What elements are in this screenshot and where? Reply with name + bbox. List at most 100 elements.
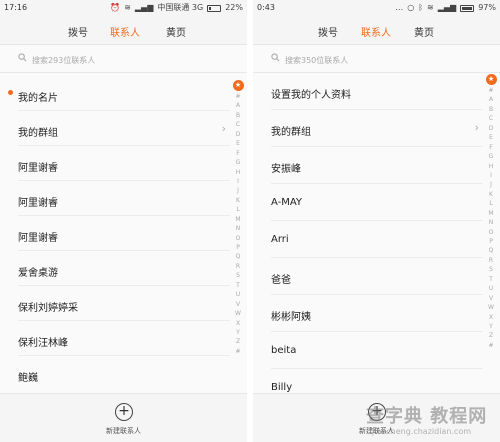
index-letter[interactable]: O (485, 228, 497, 237)
index-letter[interactable]: L (232, 205, 244, 214)
index-letter[interactable]: C (232, 120, 244, 129)
search-input[interactable]: 搜索293位联系人 (0, 47, 247, 73)
index-letter[interactable]: R (485, 256, 497, 265)
list-item-my-card[interactable]: 我的名片 (18, 76, 230, 111)
tab-contacts[interactable]: 联系人 (361, 24, 391, 39)
index-letter[interactable]: D (232, 130, 244, 139)
index-letter[interactable]: X (485, 313, 497, 322)
list-item[interactable]: beita (271, 332, 483, 369)
index-letter[interactable]: K (232, 196, 244, 205)
tab-dial[interactable]: 拨号 (318, 24, 338, 39)
bluetooth-icon: ᛒ (418, 3, 424, 12)
status-time: 0:43 (257, 3, 275, 12)
index-letter[interactable]: K (485, 190, 497, 199)
search-placeholder: 搜索350位联系人 (285, 56, 349, 65)
list-item[interactable]: 保利刘婷婷采 (18, 286, 230, 321)
index-letter[interactable]: # (232, 92, 244, 101)
watermark: 查字典 教程网 jiaocheng.chazidian.com (366, 402, 496, 440)
index-letter[interactable]: E (485, 133, 497, 142)
index-letter[interactable]: A (232, 101, 244, 110)
index-letter[interactable]: G (232, 158, 244, 167)
list-item-setup-profile[interactable]: 设置我的个人资料 (271, 73, 483, 110)
index-letter[interactable]: P (232, 243, 244, 252)
index-letter[interactable]: C (485, 114, 497, 123)
index-letter[interactable]: H (485, 162, 497, 171)
index-letter[interactable]: S (485, 265, 497, 274)
add-contact-button[interactable]: + (115, 403, 133, 421)
wifi-icon: ≋ (427, 3, 434, 12)
index-letter[interactable]: H (232, 168, 244, 177)
index-star-icon[interactable]: ★ (485, 74, 497, 85)
list-item-label: A-MAY (271, 197, 303, 208)
tab-yellow-pages[interactable]: 黄页 (414, 24, 434, 39)
list-item[interactable]: 阿里谢睿 (18, 181, 230, 216)
index-letter[interactable]: W (485, 303, 497, 312)
index-letter[interactable]: F (232, 149, 244, 158)
search-icon (271, 53, 280, 62)
index-letter[interactable]: B (485, 105, 497, 114)
index-letter[interactable]: Q (232, 252, 244, 261)
index-letter[interactable]: Y (232, 328, 244, 337)
index-letter[interactable]: V (232, 300, 244, 309)
search-input[interactable]: 搜索350位联系人 (253, 47, 500, 73)
index-letter[interactable]: G (485, 152, 497, 161)
list-item-label: 我的名片 (18, 93, 58, 104)
tab-contacts[interactable]: 联系人 (110, 24, 140, 39)
index-letter[interactable]: N (232, 224, 244, 233)
index-letter[interactable]: Z (485, 331, 497, 340)
tab-yellow-pages[interactable]: 黄页 (166, 24, 186, 39)
list-item-my-groups[interactable]: 我的群组 › (271, 110, 483, 147)
index-letter[interactable]: # (232, 347, 244, 356)
index-letter[interactable]: X (232, 319, 244, 328)
list-item[interactable]: 彬彬阿姨 (271, 295, 483, 332)
chevron-right-icon: › (474, 121, 479, 134)
list-item-label: Billy (271, 382, 293, 393)
index-letter[interactable]: P (485, 237, 497, 246)
index-letter[interactable]: A (485, 95, 497, 104)
index-letter[interactable]: L (485, 199, 497, 208)
index-letter[interactable]: V (485, 294, 497, 303)
index-letter[interactable]: Y (485, 322, 497, 331)
index-star-icon[interactable]: ★ (232, 80, 244, 91)
index-letter[interactable]: T (485, 275, 497, 284)
index-letter[interactable]: R (232, 262, 244, 271)
list-item[interactable]: 阿里谢睿 (18, 146, 230, 181)
list-item[interactable]: 安振峰 (271, 147, 483, 184)
index-letter[interactable]: Q (485, 246, 497, 255)
index-letter[interactable]: T (232, 281, 244, 290)
index-letter[interactable]: M (232, 215, 244, 224)
index-letter[interactable]: # (485, 341, 497, 350)
alphabet-index[interactable]: ★ # A B C D E F G H I J K L M N O P Q R S T U V W X Y Z # (232, 80, 244, 356)
alphabet-index[interactable]: ★ # A B C D E F G H I J K L M N O P Q R S T U V W X Y Z # (485, 74, 497, 350)
index-letter[interactable]: E (232, 139, 244, 148)
index-letter[interactable]: M (485, 209, 497, 218)
list-item-label: 阿里谢睿 (18, 198, 58, 209)
index-letter[interactable]: O (232, 234, 244, 243)
index-letter[interactable]: I (232, 177, 244, 186)
index-letter[interactable]: Z (232, 337, 244, 346)
index-letter[interactable]: U (485, 284, 497, 293)
search-icon (18, 53, 27, 62)
index-letter[interactable]: F (485, 143, 497, 152)
index-letter[interactable]: I (485, 171, 497, 180)
index-letter[interactable]: J (232, 186, 244, 195)
index-letter[interactable]: U (232, 290, 244, 299)
index-letter[interactable]: # (485, 86, 497, 95)
bottom-bar: + 新建联系人 (0, 393, 247, 442)
index-letter[interactable]: J (485, 180, 497, 189)
list-item[interactable]: Arri (271, 221, 483, 258)
index-letter[interactable]: W (232, 309, 244, 318)
list-item[interactable]: 鲍巍 (18, 356, 230, 391)
index-letter[interactable]: N (485, 218, 497, 227)
tab-dial[interactable]: 拨号 (68, 24, 88, 39)
list-item[interactable]: 阿里谢睿 (18, 216, 230, 251)
index-letter[interactable]: S (232, 271, 244, 280)
battery-percent: 97% (478, 3, 496, 12)
list-item[interactable]: 爱舍桌游 (18, 251, 230, 286)
index-letter[interactable]: B (232, 111, 244, 120)
list-item[interactable]: A-MAY (271, 184, 483, 221)
list-item-my-groups[interactable]: 我的群组 › (18, 111, 230, 146)
list-item[interactable]: 保利汪林峰 (18, 321, 230, 356)
index-letter[interactable]: D (485, 124, 497, 133)
list-item[interactable]: 爸爸 (271, 258, 483, 295)
